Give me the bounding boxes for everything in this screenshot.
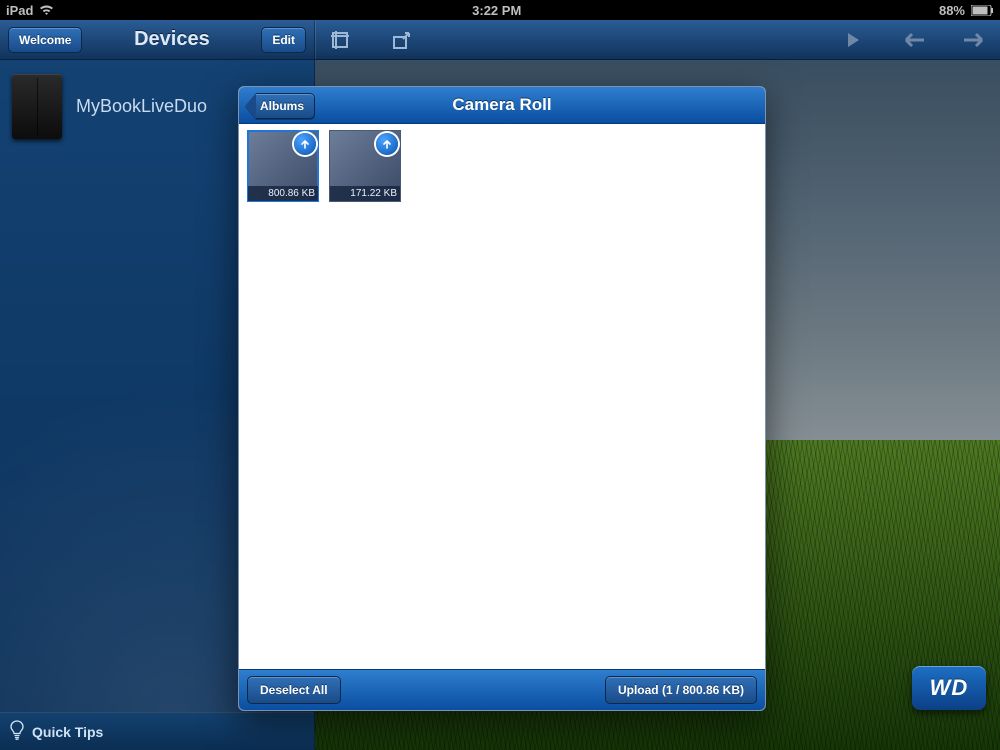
- status-battery-text: 88%: [939, 3, 965, 18]
- device-label: MyBookLiveDuo: [76, 96, 207, 117]
- arrow-right-icon[interactable]: [964, 32, 986, 48]
- photo-grid: 800.86 KB 171.22 KB: [239, 124, 765, 669]
- modal-title: Camera Roll: [452, 95, 551, 115]
- upload-button[interactable]: Upload (1 / 800.86 KB): [605, 676, 757, 704]
- status-bar: iPad 3:22 PM 88%: [0, 0, 1000, 20]
- play-icon[interactable]: [844, 31, 862, 49]
- albums-back-button[interactable]: Albums: [245, 92, 315, 119]
- crop-icon[interactable]: [329, 29, 351, 51]
- welcome-back-button[interactable]: Welcome: [8, 27, 82, 53]
- quick-tips-label: Quick Tips: [32, 724, 103, 740]
- app-nav-bar: Welcome Devices Edit: [0, 20, 1000, 60]
- share-icon[interactable]: [391, 29, 413, 51]
- arrow-left-icon[interactable]: [902, 32, 924, 48]
- upload-badge-icon: [294, 133, 316, 155]
- albums-back-label: Albums: [256, 93, 315, 119]
- status-time: 3:22 PM: [472, 3, 521, 18]
- wifi-icon: [39, 4, 54, 16]
- status-device: iPad: [6, 3, 33, 18]
- photo-size-label: 800.86 KB: [248, 186, 318, 201]
- device-thumbnail-icon: [12, 74, 62, 139]
- upload-badge-icon: [376, 133, 398, 155]
- deselect-all-button[interactable]: Deselect All: [247, 676, 341, 704]
- camera-roll-modal: Albums Camera Roll 800.86 KB 171.22 KB D…: [238, 86, 766, 711]
- nav-title: Devices: [90, 28, 253, 51]
- photo-thumbnail[interactable]: 800.86 KB: [247, 130, 319, 202]
- battery-icon: [971, 5, 994, 16]
- lightbulb-icon: [10, 720, 24, 743]
- photo-thumbnail[interactable]: 171.22 KB: [329, 130, 401, 202]
- photo-size-label: 171.22 KB: [330, 186, 400, 201]
- modal-footer: Deselect All Upload (1 / 800.86 KB): [239, 669, 765, 710]
- edit-button[interactable]: Edit: [261, 27, 306, 53]
- modal-header: Albums Camera Roll: [239, 87, 765, 124]
- quick-tips-button[interactable]: Quick Tips: [0, 712, 314, 750]
- wd-logo: WD: [912, 666, 986, 710]
